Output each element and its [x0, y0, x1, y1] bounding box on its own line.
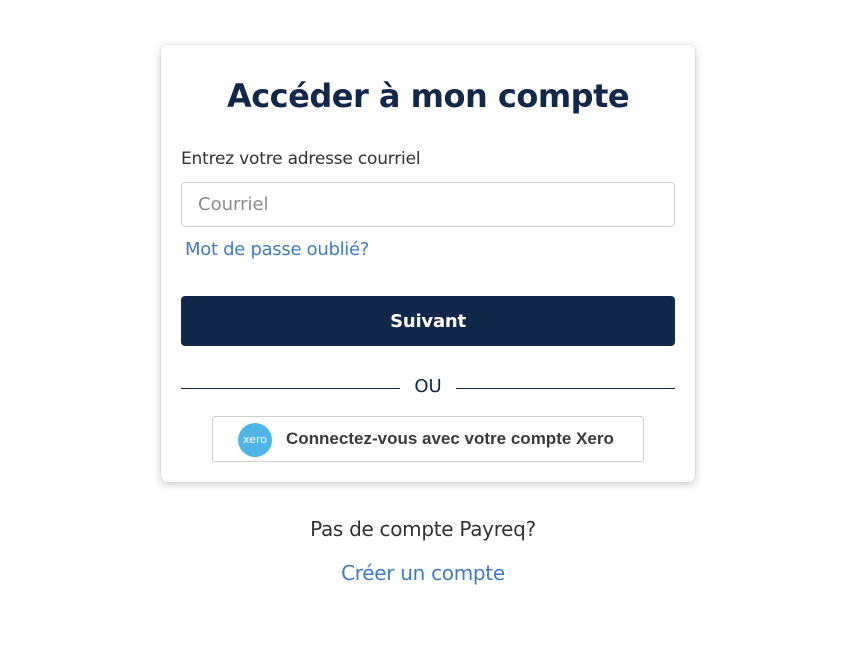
or-separator-text: OU [414, 376, 442, 397]
login-card: Accéder à mon compte Entrez votre adress… [161, 45, 695, 482]
no-account-text: Pas de compte Payreq? [310, 517, 536, 541]
divider-line-right [456, 388, 675, 389]
xero-login-button[interactable]: xero Connectez-vous avec votre compte Xe… [212, 416, 644, 462]
forgot-password-link[interactable]: Mot de passe oublié? [185, 239, 369, 260]
create-account-row: Créer un compte [0, 561, 846, 585]
xero-login-label: Connectez-vous avec votre compte Xero [286, 429, 614, 448]
xero-logo-icon: xero [238, 423, 272, 457]
divider-line-left [181, 388, 400, 389]
email-label: Entrez votre adresse courriel [181, 149, 421, 169]
login-page: Accéder à mon compte Entrez votre adress… [0, 0, 846, 654]
create-account-link[interactable]: Créer un compte [341, 561, 505, 585]
page-title: Accéder à mon compte [226, 77, 630, 115]
email-field[interactable] [181, 182, 675, 227]
next-button[interactable]: Suivant [181, 296, 675, 346]
or-divider: OU [181, 376, 675, 398]
